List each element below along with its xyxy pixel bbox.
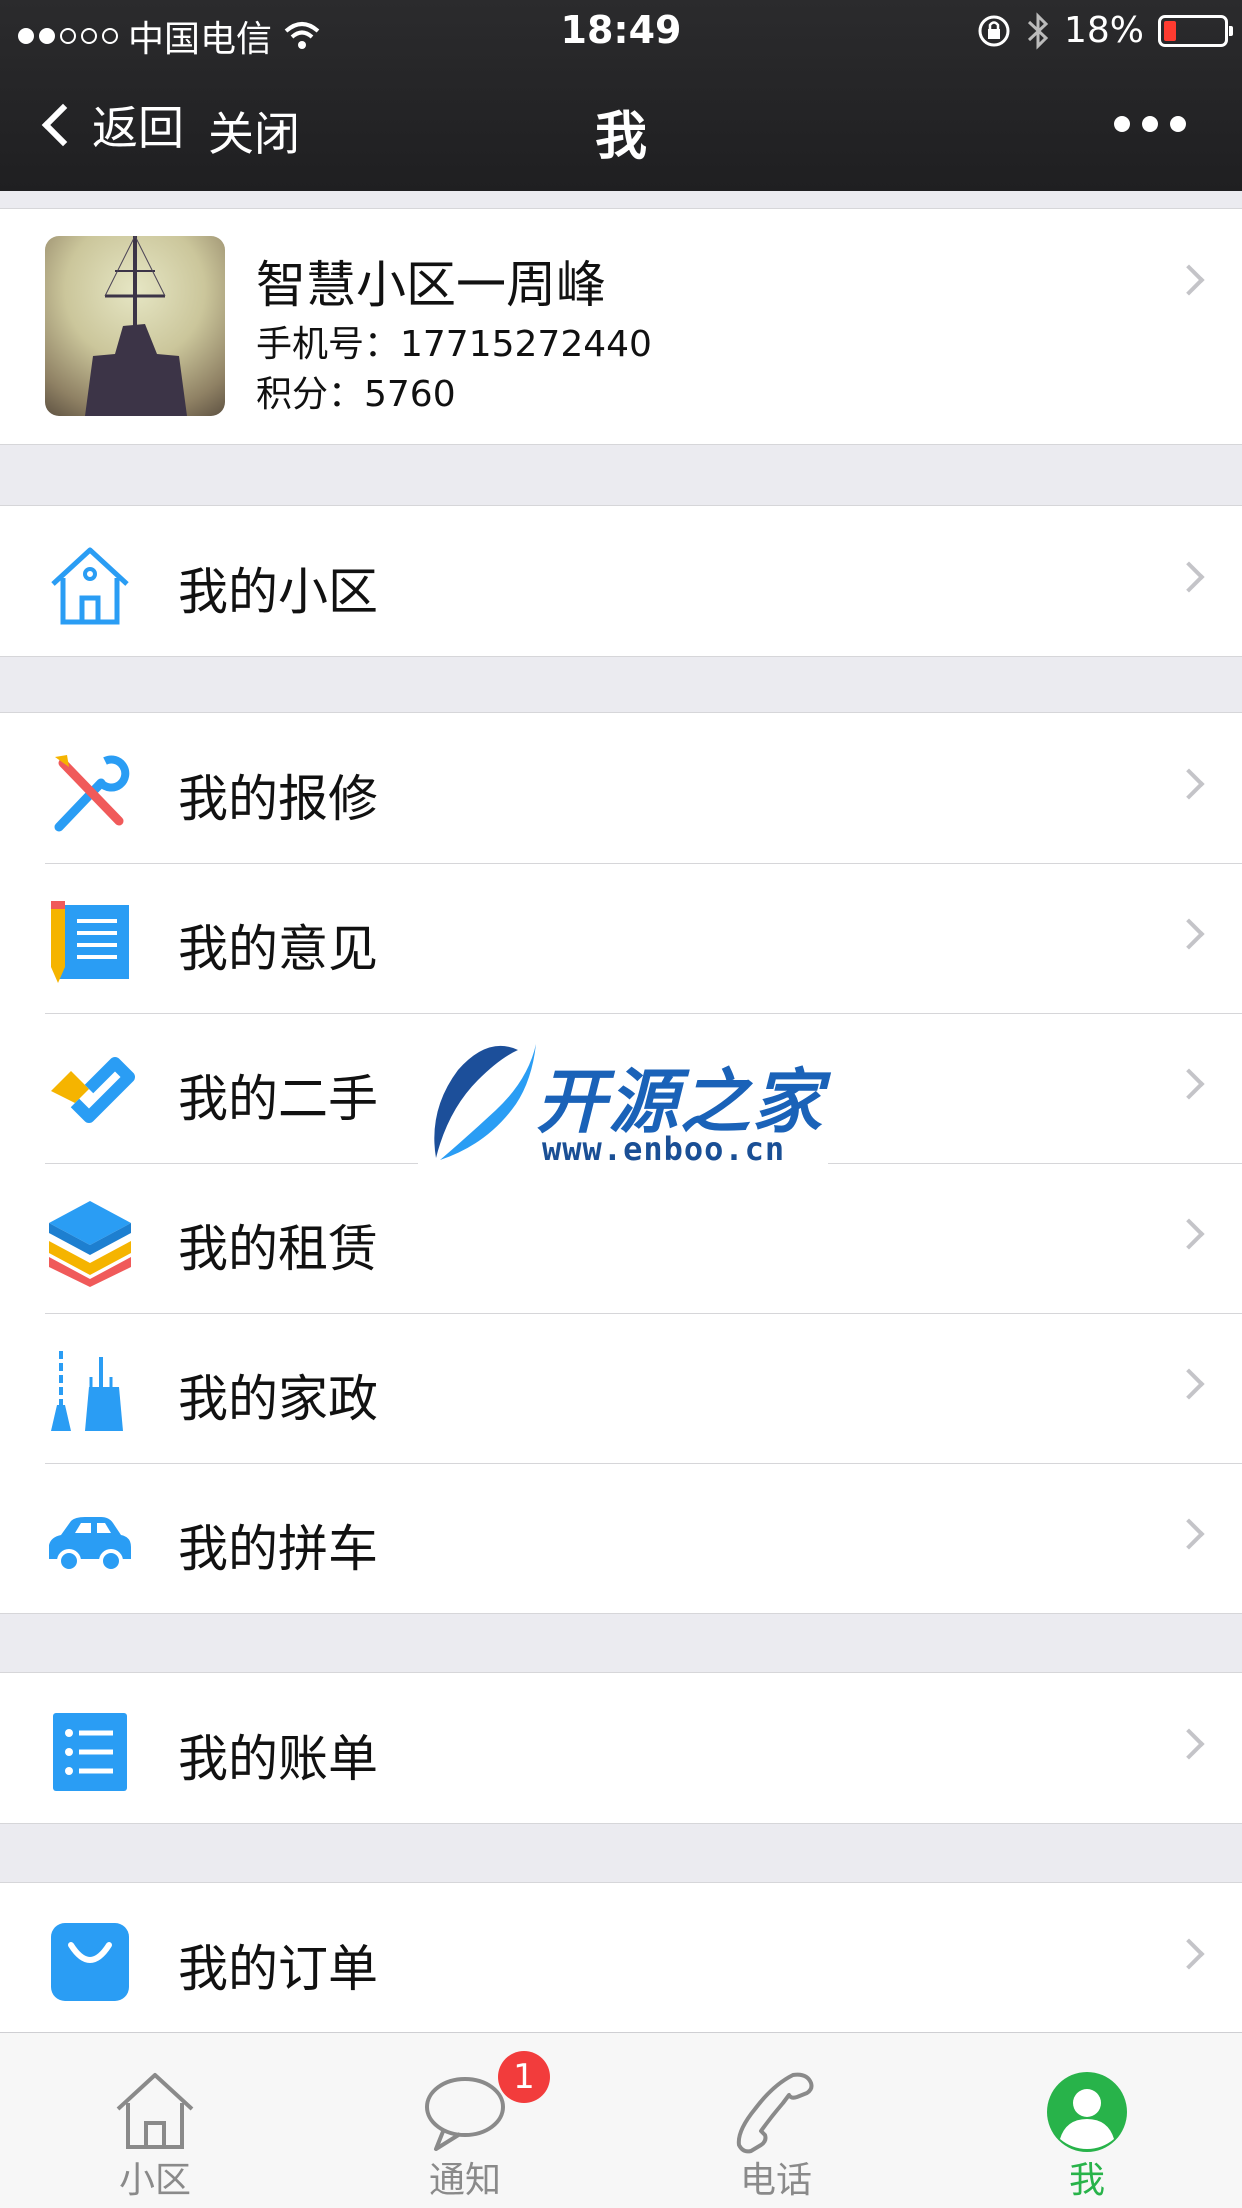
chevron-right-icon: [1173, 264, 1205, 296]
secondhand-tag-icon: [45, 1047, 135, 1137]
home-outline-icon: [110, 2067, 200, 2157]
chevron-right-icon: [1173, 1938, 1205, 1970]
order-bag-icon: [45, 1917, 135, 2007]
watermark-swirl-icon: [434, 1044, 536, 1160]
tab-phone[interactable]: 电话: [621, 2033, 931, 2208]
chevron-right-icon: [1173, 768, 1205, 800]
profile-name: 智慧小区一周峰: [256, 256, 606, 314]
house-icon: [45, 540, 135, 630]
page-title: 我: [594, 107, 647, 167]
menu-item-label: 我的订单: [178, 1940, 378, 1998]
rotation-lock-icon: [978, 15, 1010, 46]
chevron-right-icon: [1173, 1218, 1205, 1250]
chevron-right-icon: [1173, 918, 1205, 950]
avatar: [45, 236, 225, 416]
menu-item-label: 我的意见: [178, 920, 378, 978]
chat-bubble-icon: [420, 2067, 510, 2157]
tab-label: 小区: [118, 2160, 191, 2201]
profile-phone: 手机号：17715272440: [256, 324, 652, 365]
menu-item-my-community[interactable]: 我的小区: [0, 506, 1242, 656]
bluetooth-icon: [1027, 11, 1049, 50]
menu-group-orders: 我的订单: [0, 1882, 1242, 2034]
tab-me[interactable]: 我: [932, 2033, 1242, 2208]
profile-points: 积分：5760: [256, 374, 456, 415]
top-bar: 中国电信 18:49 18% 返回 关闭 我: [0, 0, 1242, 191]
menu-item-label: 我的二手: [178, 1070, 378, 1128]
tab-label: 我: [1068, 2160, 1105, 2201]
menu-item-my-orders[interactable]: 我的订单: [0, 1883, 1242, 2033]
menu-item-label: 我的家政: [178, 1370, 378, 1428]
profile-card[interactable]: 智慧小区一周峰 手机号：17715272440 积分：5760: [0, 208, 1242, 445]
watermark-url: www.enboo.cn: [542, 1130, 786, 1168]
menu-item-my-bills[interactable]: 我的账单: [0, 1673, 1242, 1823]
menu-item-my-feedback[interactable]: 我的意见: [0, 863, 1242, 1013]
carpool-car-icon: [45, 1497, 135, 1587]
menu-item-my-carpool[interactable]: 我的拼车: [0, 1463, 1242, 1613]
menu-item-label: 我的账单: [178, 1730, 378, 1788]
battery-icon: [1158, 14, 1233, 47]
bill-list-icon: [45, 1707, 135, 1797]
chevron-right-icon: [1173, 1368, 1205, 1400]
tab-bar: 小区 1 通知 电话 我: [0, 2032, 1242, 2208]
rental-layers-icon: [45, 1197, 135, 1287]
status-bar: 中国电信 18:49 18%: [0, 0, 1242, 62]
tab-community[interactable]: 小区: [0, 2033, 310, 2208]
menu-item-label: 我的租赁: [178, 1220, 378, 1278]
battery-percent: 18%: [1063, 10, 1144, 51]
menu-group-community: 我的小区: [0, 505, 1242, 657]
menu-item-my-repairs[interactable]: 我的报修: [0, 713, 1242, 863]
menu-group-bills: 我的账单: [0, 1672, 1242, 1824]
chevron-right-icon: [1173, 1518, 1205, 1550]
housekeeping-broom-icon: [45, 1347, 135, 1437]
chevron-right-icon: [1173, 561, 1205, 593]
tab-notifications[interactable]: 1 通知: [310, 2033, 620, 2208]
person-icon: [1042, 2067, 1132, 2157]
feedback-notepad-icon: [45, 897, 135, 987]
menu-item-label: 我的拼车: [178, 1520, 378, 1578]
chevron-right-icon: [1173, 1728, 1205, 1760]
nav-bar: 返回 关闭 我: [0, 62, 1242, 191]
menu-item-label: 我的小区: [178, 563, 378, 621]
menu-item-my-housekeeping[interactable]: 我的家政: [0, 1313, 1242, 1463]
menu-item-my-rentals[interactable]: 我的租赁: [0, 1163, 1242, 1313]
chevron-right-icon: [1173, 1068, 1205, 1100]
tab-label: 通知: [428, 2160, 501, 2201]
notification-badge: 1: [498, 2051, 550, 2103]
menu-item-label: 我的报修: [178, 770, 378, 828]
repair-tools-icon: [45, 747, 135, 837]
watermark-logo: 开源之家 www.enboo.cn: [418, 1040, 828, 1168]
tab-label: 电话: [739, 2160, 812, 2201]
phone-icon: [731, 2067, 821, 2157]
more-options-icon[interactable]: [1114, 116, 1186, 132]
